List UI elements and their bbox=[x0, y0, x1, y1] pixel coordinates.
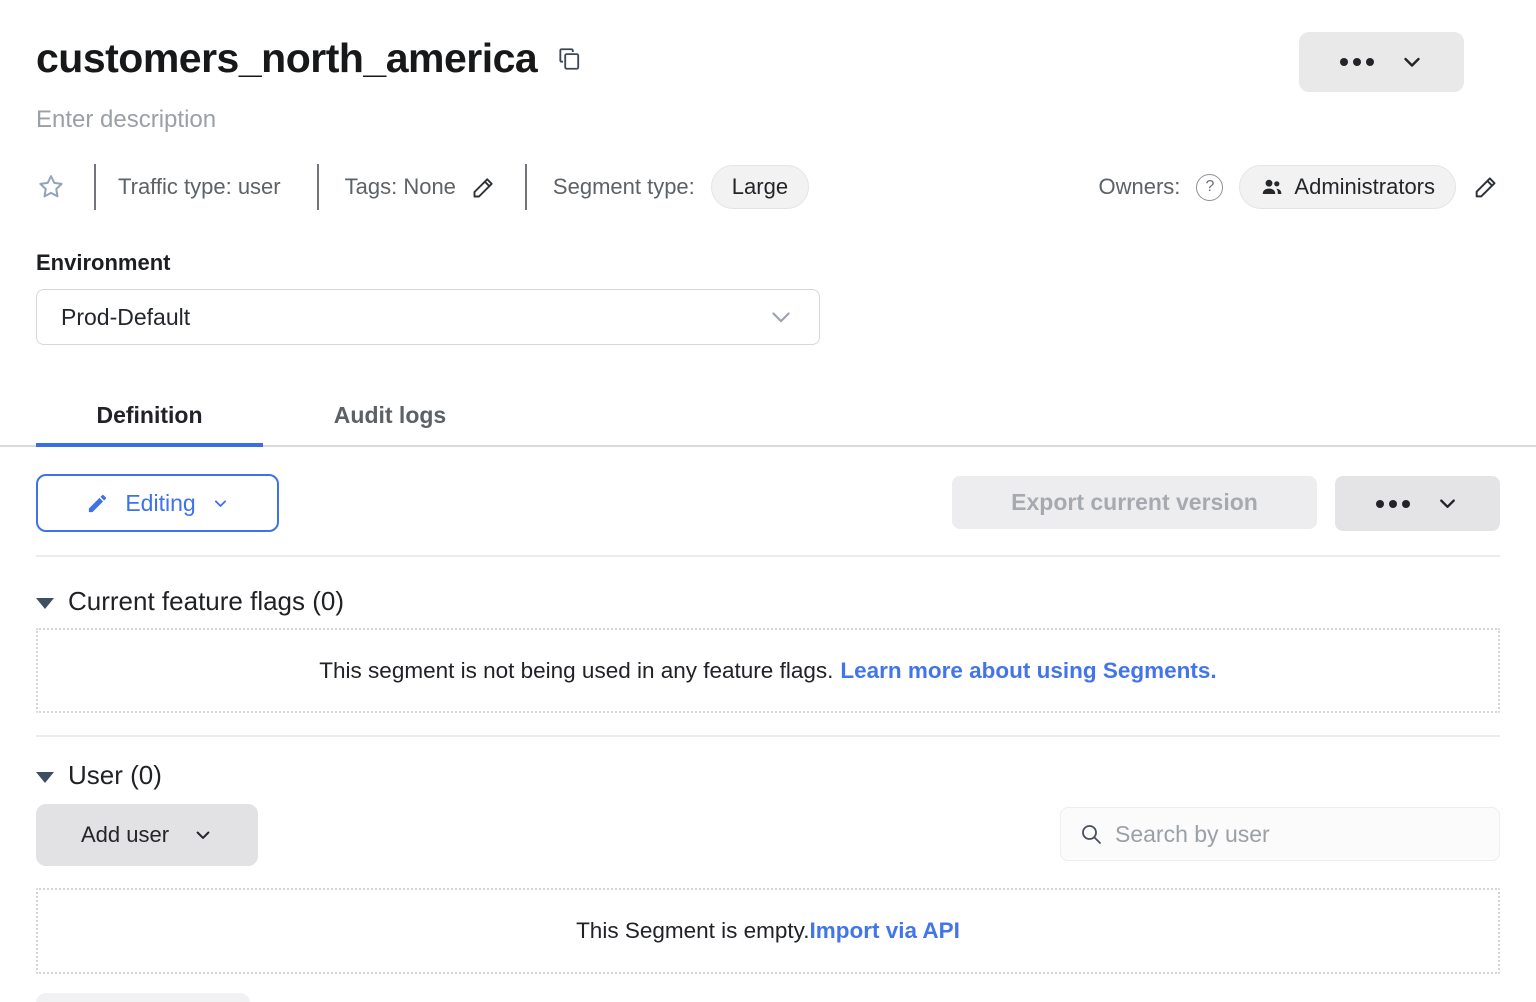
meta-row: Traffic type: user Tags: None Segment ty… bbox=[36, 163, 1500, 211]
cutoff-bottom-button[interactable] bbox=[36, 993, 250, 1002]
edit-owners-pencil-icon[interactable] bbox=[1472, 173, 1500, 201]
chevron-down-icon bbox=[193, 825, 213, 845]
search-by-user-input[interactable] bbox=[1115, 821, 1481, 848]
environment-select[interactable]: Prod-Default bbox=[36, 289, 820, 345]
segment-type-label: Segment type: bbox=[553, 174, 695, 200]
editing-mode-button[interactable]: Editing bbox=[36, 474, 279, 532]
segment-detail-page: customers_north_america Enter descriptio… bbox=[0, 0, 1536, 1002]
add-user-label: Add user bbox=[81, 822, 169, 848]
header-more-menu-button[interactable] bbox=[1299, 32, 1464, 92]
feature-flags-section-header[interactable]: Current feature flags (0) bbox=[36, 586, 344, 617]
tab-definition[interactable]: Definition bbox=[36, 385, 263, 445]
editing-label: Editing bbox=[125, 490, 195, 517]
owners-value: Administrators bbox=[1294, 174, 1435, 200]
divider bbox=[317, 164, 319, 210]
edit-tags-pencil-icon[interactable] bbox=[470, 174, 497, 201]
add-user-button[interactable]: Add user bbox=[36, 804, 258, 866]
definition-more-menu-button[interactable] bbox=[1335, 476, 1500, 531]
description-placeholder[interactable]: Enter description bbox=[36, 106, 216, 134]
page-title: customers_north_america bbox=[36, 26, 537, 90]
favorite-star-icon[interactable] bbox=[36, 172, 66, 202]
traffic-type-label: Traffic type: user bbox=[118, 174, 281, 200]
pencil-icon bbox=[86, 492, 109, 515]
collapse-triangle-icon bbox=[36, 598, 54, 609]
user-heading: User (0) bbox=[68, 760, 162, 791]
collapse-triangle-icon bbox=[36, 772, 54, 783]
segment-empty-state: This Segment is empty. Import via API bbox=[36, 888, 1500, 974]
ellipsis-icon bbox=[1376, 500, 1410, 508]
feature-flags-empty-state: This segment is not being used in any fe… bbox=[36, 628, 1500, 713]
learn-more-link[interactable]: Learn more about using Segments. bbox=[840, 658, 1216, 684]
definition-toolbar: Editing Export current version bbox=[36, 474, 1500, 532]
environment-selected-value: Prod-Default bbox=[61, 304, 190, 331]
help-icon[interactable]: ? bbox=[1196, 174, 1223, 201]
owners-label: Owners: bbox=[1098, 174, 1180, 200]
segment-type-badge: Large bbox=[711, 165, 809, 209]
user-search-box bbox=[1060, 807, 1500, 861]
divider bbox=[36, 735, 1500, 737]
owners-group: Owners: ? Administrators bbox=[1098, 165, 1500, 209]
chevron-down-icon bbox=[212, 495, 229, 512]
segment-empty-text: This Segment is empty. bbox=[576, 918, 809, 944]
divider bbox=[94, 164, 96, 210]
environment-label: Environment bbox=[36, 250, 170, 276]
group-icon bbox=[1260, 175, 1284, 199]
chevron-down-icon bbox=[1400, 50, 1424, 74]
owners-badge[interactable]: Administrators bbox=[1239, 165, 1456, 209]
export-current-version-button[interactable]: Export current version bbox=[952, 476, 1317, 529]
chevron-down-icon bbox=[767, 303, 795, 331]
import-via-api-link[interactable]: Import via API bbox=[809, 918, 959, 944]
divider bbox=[36, 555, 1500, 557]
feature-flags-heading: Current feature flags (0) bbox=[68, 586, 344, 617]
tags-label: Tags: None bbox=[345, 174, 456, 200]
search-icon bbox=[1079, 822, 1103, 846]
tab-bar: Definition Audit logs bbox=[0, 385, 1536, 447]
copy-icon[interactable] bbox=[556, 46, 582, 72]
ellipsis-icon bbox=[1340, 58, 1374, 66]
tab-audit-logs[interactable]: Audit logs bbox=[300, 385, 480, 445]
chevron-down-icon bbox=[1436, 492, 1459, 515]
divider bbox=[525, 164, 527, 210]
feature-flags-empty-text: This segment is not being used in any fe… bbox=[319, 658, 833, 684]
user-section-header[interactable]: User (0) bbox=[36, 760, 162, 791]
title-row: customers_north_america bbox=[36, 26, 1500, 90]
